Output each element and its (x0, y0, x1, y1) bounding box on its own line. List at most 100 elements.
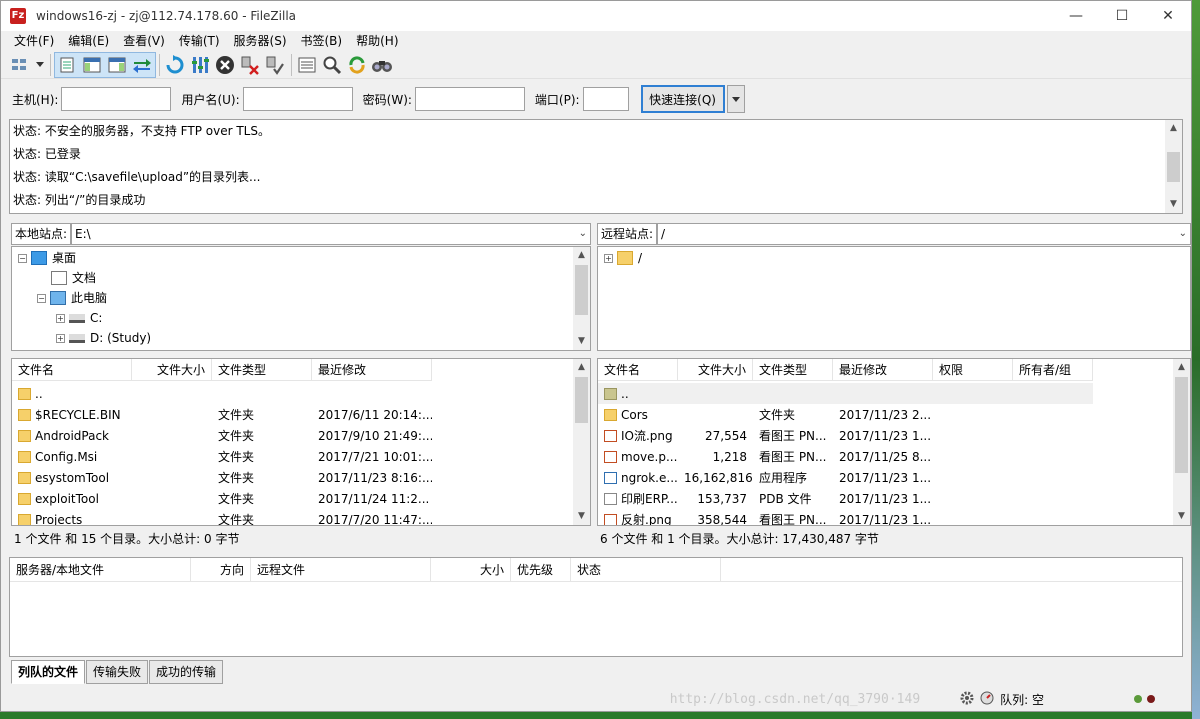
table-row[interactable]: $RECYCLE.BIN 文件夹 2017/6/11 20:14:... (12, 404, 432, 425)
table-row[interactable]: IO流.png 27,554 看图王 PN... 2017/11/23 1... (598, 425, 933, 446)
file-type: 看图王 PN... (759, 429, 827, 443)
table-row[interactable]: Config.Msi 文件夹 2017/7/21 10:01:... (12, 446, 432, 467)
username-input[interactable] (242, 87, 353, 111)
tree-node-thispc[interactable]: − 此电脑 (37, 288, 107, 308)
scroll-up-icon[interactable]: ▲ (1165, 120, 1182, 137)
cancel-operation-icon[interactable] (213, 53, 237, 77)
scroll-up-icon[interactable]: ▲ (573, 247, 590, 264)
menu-server[interactable]: 服务器(S) (227, 31, 294, 51)
expand-icon[interactable]: + (604, 253, 613, 263)
column-header-owner[interactable]: 所有者/组 (1013, 359, 1093, 381)
table-row[interactable]: .. (12, 383, 432, 404)
tab-queued-files[interactable]: 列队的文件 (11, 660, 86, 684)
transfer-queue-toggle-icon[interactable] (130, 53, 154, 77)
column-header-filename[interactable]: 文件名 (12, 359, 132, 381)
column-header-size[interactable]: 文件大小 (678, 359, 753, 381)
table-row[interactable]: AndroidPack 文件夹 2017/9/10 21:49:... (12, 425, 432, 446)
column-header-filename[interactable]: 文件名 (598, 359, 678, 381)
chevron-down-icon[interactable]: ⌄ (1179, 224, 1187, 244)
menu-edit[interactable]: 编辑(E) (61, 31, 116, 51)
tree-node-desktop[interactable]: − 桌面 (18, 248, 76, 268)
tree-node-d-drive[interactable]: + D: (Study) (56, 328, 151, 348)
expand-icon[interactable]: + (56, 313, 65, 323)
local-path-combo[interactable]: E:\ ⌄ (71, 223, 591, 245)
table-row[interactable]: .. (598, 383, 1093, 404)
directory-comparison-icon[interactable] (320, 53, 344, 77)
menu-help[interactable]: 帮助(H) (349, 31, 405, 51)
scroll-up-icon[interactable]: ▲ (573, 359, 590, 376)
column-header-status[interactable]: 状态 (571, 558, 721, 581)
column-header-modified[interactable]: 最近修改 (312, 359, 432, 381)
scroll-up-icon[interactable]: ▲ (1173, 359, 1190, 376)
chevron-down-icon[interactable]: ⌄ (579, 224, 587, 244)
reconnect-icon[interactable] (263, 53, 287, 77)
remote-files-scrollbar[interactable]: ▲ ▼ (1173, 359, 1190, 525)
table-row[interactable]: move.p... 1,218 看图王 PN... 2017/11/25 8..… (598, 446, 933, 467)
chevron-down-icon[interactable] (34, 53, 46, 77)
scrollbar-thumb[interactable] (1175, 377, 1188, 473)
site-manager-icon[interactable] (9, 53, 33, 77)
local-tree-toggle-icon[interactable] (80, 53, 104, 77)
process-queue-icon[interactable] (188, 53, 212, 77)
queue-header: 服务器/本地文件 方向 远程文件 大小 优先级 状态 (10, 558, 1182, 582)
menu-transfer[interactable]: 传输(T) (172, 31, 227, 51)
table-row[interactable]: Projects 文件夹 2017/7/20 11:47:... (12, 509, 432, 525)
menu-bookmarks[interactable]: 书签(B) (294, 31, 350, 51)
column-header-server-local-file[interactable]: 服务器/本地文件 (10, 558, 191, 581)
table-row[interactable]: Cors 文件夹 2017/11/23 2... (598, 404, 933, 425)
collapse-icon[interactable]: − (18, 253, 27, 263)
column-header-size[interactable]: 大小 (431, 558, 511, 581)
scrollbar-thumb[interactable] (1167, 152, 1180, 182)
tab-failed-transfers[interactable]: 传输失败 (86, 660, 149, 684)
scroll-down-icon[interactable]: ▼ (1173, 508, 1190, 525)
message-log-toggle-icon[interactable] (55, 53, 79, 77)
disconnect-icon[interactable] (238, 53, 262, 77)
tree-node-documents[interactable]: 文档 (51, 268, 96, 288)
menu-view[interactable]: 查看(V) (116, 31, 172, 51)
close-button[interactable]: ✕ (1145, 1, 1191, 31)
file-modified: 2017/7/21 10:01:... (318, 449, 432, 464)
local-tree-scrollbar[interactable]: ▲ ▼ (573, 247, 590, 350)
table-row[interactable]: 反射.png 358,544 看图王 PN... 2017/11/23 1... (598, 509, 933, 525)
scroll-down-icon[interactable]: ▼ (573, 333, 590, 350)
remote-path-combo[interactable]: / ⌄ (657, 223, 1191, 245)
scrollbar-thumb[interactable] (575, 377, 588, 423)
table-row[interactable]: ngrok.e... 16,162,816 应用程序 2017/11/23 1.… (598, 467, 933, 488)
minimize-button[interactable]: — (1053, 1, 1099, 31)
column-header-permissions[interactable]: 权限 (933, 359, 1013, 381)
refresh-icon[interactable] (163, 53, 187, 77)
settings-gear-icon[interactable] (960, 691, 974, 708)
host-input[interactable] (61, 87, 172, 111)
menu-file[interactable]: 文件(F) (7, 31, 61, 51)
column-header-size[interactable]: 文件大小 (132, 359, 212, 381)
log-scrollbar[interactable]: ▲ ▼ (1165, 120, 1182, 213)
column-header-type[interactable]: 文件类型 (753, 359, 833, 381)
local-files-scrollbar[interactable]: ▲ ▼ (573, 359, 590, 525)
quickconnect-button[interactable]: 快速连接(Q) (640, 85, 725, 113)
column-header-modified[interactable]: 最近修改 (833, 359, 933, 381)
search-remote-files-icon[interactable] (370, 53, 394, 77)
directory-listing-filter-icon[interactable] (295, 53, 319, 77)
table-row[interactable]: exploitTool 文件夹 2017/11/24 11:2... (12, 488, 432, 509)
scrollbar-thumb[interactable] (575, 265, 588, 315)
tree-node-root[interactable]: + / (604, 248, 642, 268)
tab-successful-transfers[interactable]: 成功的传输 (149, 660, 224, 684)
column-header-type[interactable]: 文件类型 (212, 359, 312, 381)
maximize-button[interactable]: ☐ (1099, 1, 1145, 31)
scroll-down-icon[interactable]: ▼ (1165, 196, 1182, 213)
column-header-remote-file[interactable]: 远程文件 (251, 558, 431, 581)
port-input[interactable] (582, 87, 629, 111)
password-input[interactable] (414, 87, 525, 111)
column-header-priority[interactable]: 优先级 (511, 558, 571, 581)
table-row[interactable]: esystomTool 文件夹 2017/11/23 8:16:... (12, 467, 432, 488)
collapse-icon[interactable]: − (37, 293, 46, 303)
column-header-direction[interactable]: 方向 (191, 558, 251, 581)
quickconnect-history-dropdown[interactable] (726, 85, 745, 113)
table-row[interactable]: 印刷ERP... 153,737 PDB 文件 2017/11/23 1... (598, 488, 933, 509)
speed-limit-icon[interactable] (980, 691, 994, 708)
synchronized-browsing-icon[interactable] (345, 53, 369, 77)
expand-icon[interactable]: + (56, 333, 65, 343)
scroll-down-icon[interactable]: ▼ (573, 508, 590, 525)
tree-node-c-drive[interactable]: + C: (56, 308, 102, 328)
remote-tree-toggle-icon[interactable] (105, 53, 129, 77)
